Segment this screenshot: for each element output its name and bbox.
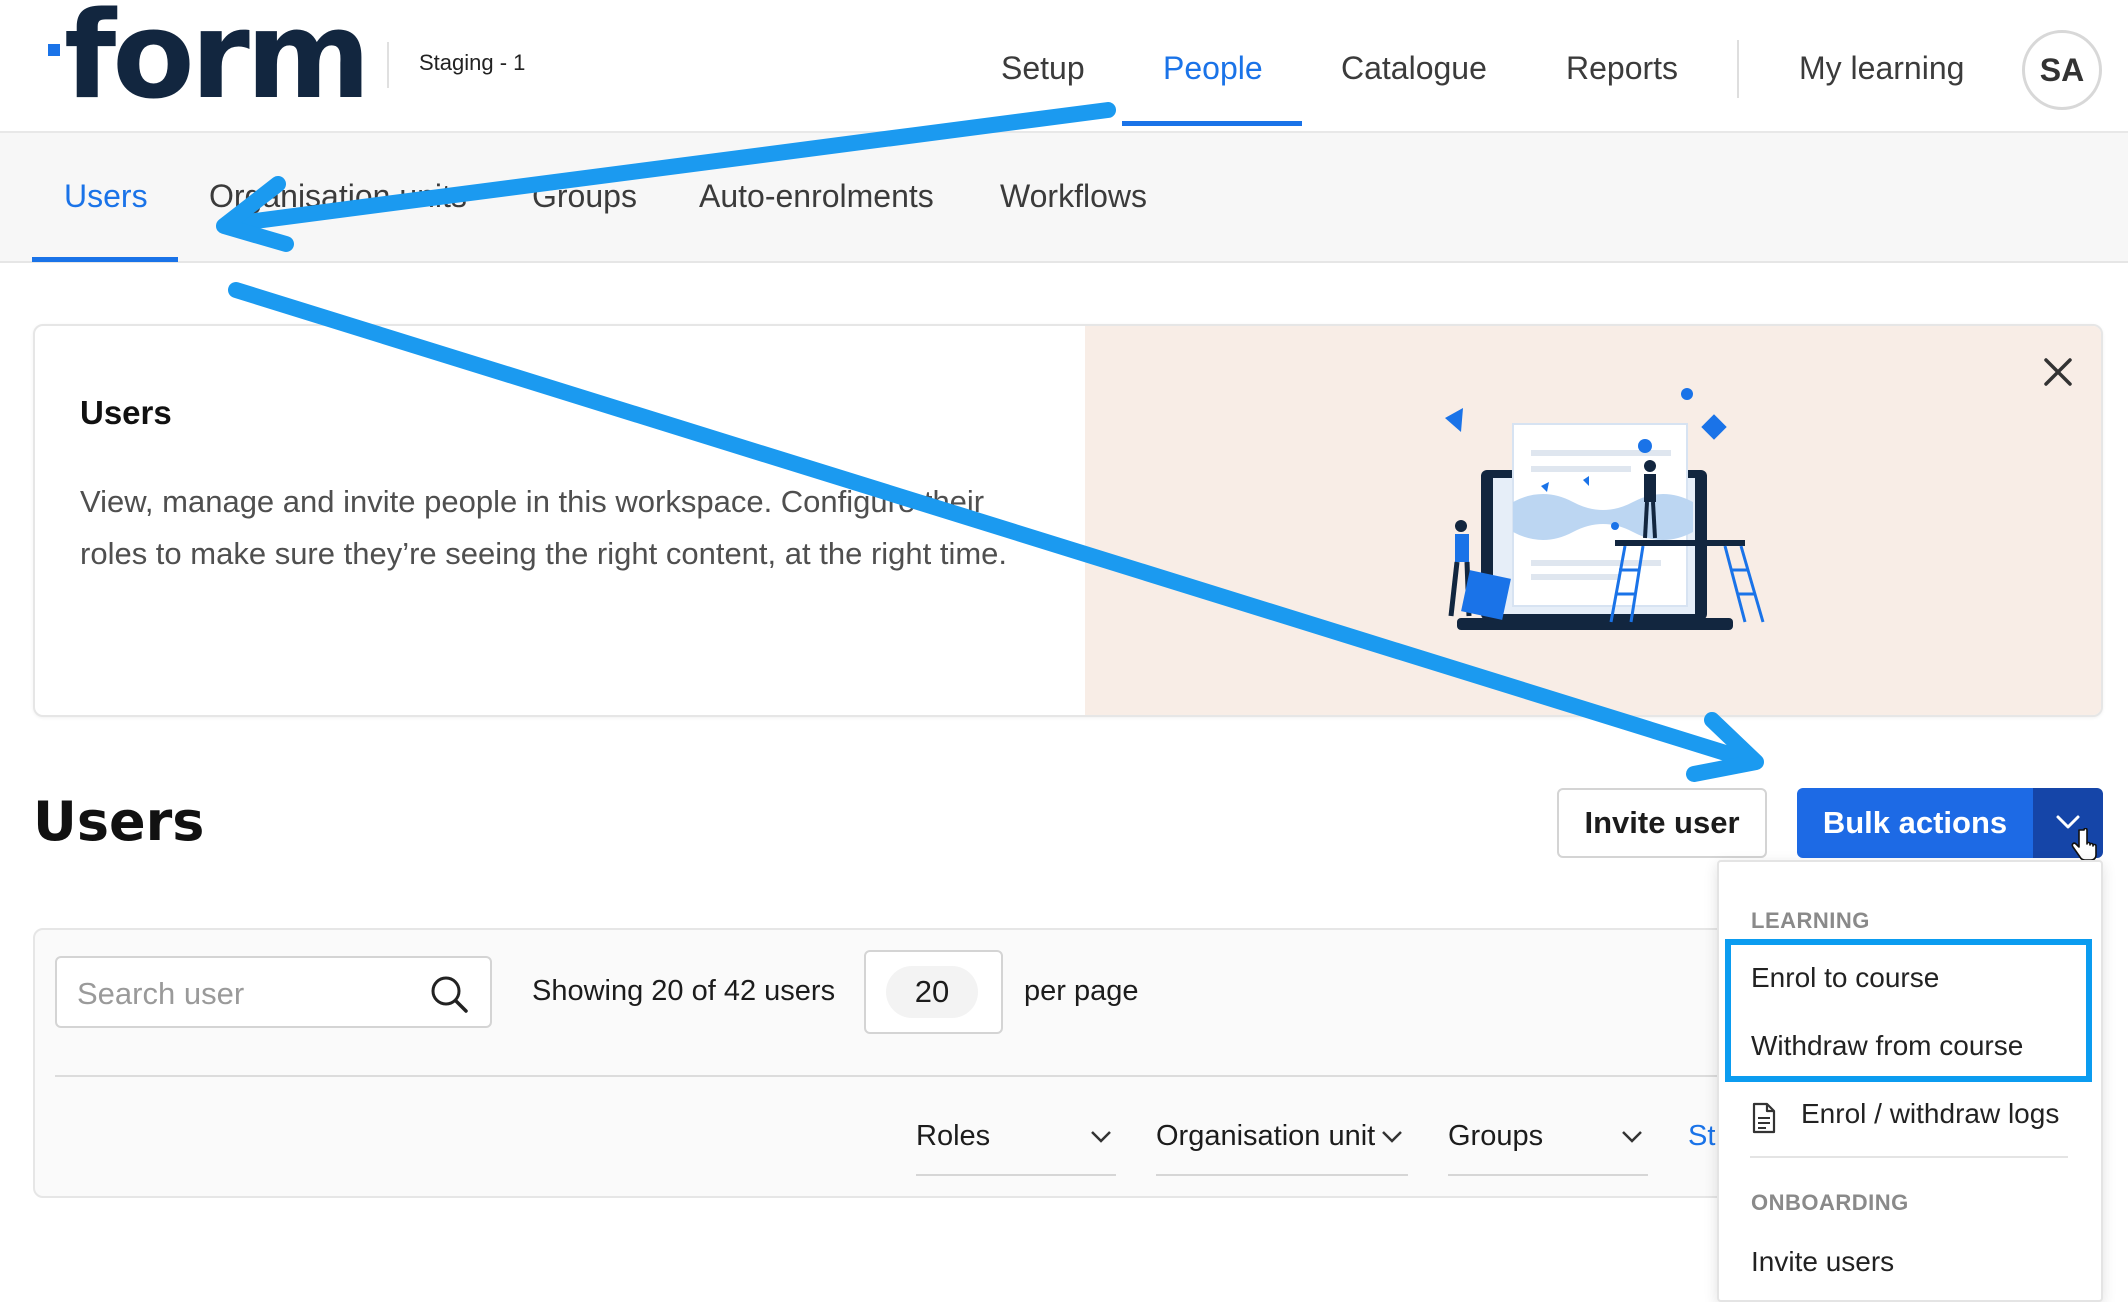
tab-auto-enrolments[interactable]: Auto-enrolments bbox=[699, 178, 934, 215]
document-icon bbox=[1752, 1102, 1776, 1134]
chevron-down-icon[interactable] bbox=[1621, 1130, 1643, 1144]
nav-active-indicator bbox=[1122, 121, 1302, 126]
results-count: Showing 20 of 42 users bbox=[532, 975, 836, 1007]
bulk-actions-toggle[interactable] bbox=[2033, 788, 2103, 861]
per-page-label: per page bbox=[1024, 975, 1139, 1007]
page-title: Users bbox=[33, 790, 205, 853]
tab-workflows[interactable]: Workflows bbox=[1000, 178, 1147, 215]
top-bar: form Staging - 1 Setup People Catalogue … bbox=[0, 0, 2128, 133]
nav-catalogue[interactable]: Catalogue bbox=[1341, 50, 1487, 87]
filter-roles-underline bbox=[916, 1174, 1116, 1176]
logo-text: form bbox=[64, 0, 371, 126]
menu-item-invite-users[interactable]: Invite users bbox=[1751, 1246, 1894, 1278]
close-icon-glyph bbox=[2044, 358, 2072, 386]
info-card-description: View, manage and invite people in this w… bbox=[80, 484, 1008, 571]
search-icon[interactable] bbox=[427, 972, 471, 1016]
nav-people[interactable]: People bbox=[1163, 50, 1263, 87]
filter-organisation-unit-underline bbox=[1156, 1174, 1408, 1176]
info-card-illustration bbox=[1085, 326, 2101, 715]
info-card-title: Users bbox=[80, 394, 172, 431]
close-icon[interactable] bbox=[2038, 352, 2078, 392]
filter-groups-underline bbox=[1448, 1174, 1648, 1176]
tab-active-indicator bbox=[32, 257, 178, 262]
nav-my-learning[interactable]: My learning bbox=[1799, 50, 1964, 87]
per-page-value: 20 bbox=[886, 966, 978, 1018]
filter-roles[interactable]: Roles bbox=[916, 1120, 990, 1153]
filter-groups[interactable]: Groups bbox=[1448, 1120, 1543, 1153]
logo-dot bbox=[48, 44, 60, 56]
workspace-illustration bbox=[1445, 388, 1765, 630]
tab-users[interactable]: Users bbox=[64, 178, 148, 215]
nav-reports[interactable]: Reports bbox=[1566, 50, 1678, 87]
search-input[interactable] bbox=[77, 974, 417, 1014]
search-field[interactable] bbox=[55, 956, 492, 1028]
environment-label: Staging - 1 bbox=[419, 50, 526, 75]
bulk-actions-button[interactable]: Bulk actions bbox=[1797, 788, 2033, 858]
menu-item-enrol-withdraw-logs[interactable]: Enrol / withdraw logs bbox=[1801, 1098, 2059, 1130]
filter-organisation-unit[interactable]: Organisation unit bbox=[1156, 1120, 1375, 1153]
avatar[interactable]: SA bbox=[2022, 30, 2102, 110]
pointer-cursor-icon bbox=[2071, 828, 2097, 861]
menu-divider bbox=[1750, 1156, 2068, 1158]
nav-divider bbox=[1737, 40, 1739, 98]
annotation-highlight-box bbox=[1725, 939, 2092, 1082]
tab-groups[interactable]: Groups bbox=[532, 178, 637, 215]
menu-section-onboarding: ONBOARDING bbox=[1751, 1190, 1909, 1215]
per-page-select[interactable]: 20 bbox=[864, 950, 1003, 1034]
chevron-down-icon[interactable] bbox=[1381, 1130, 1403, 1144]
filter-status[interactable]: St bbox=[1688, 1120, 1715, 1153]
environment-divider bbox=[387, 42, 389, 88]
sub-nav: Users Organisation units Groups Auto-enr… bbox=[0, 133, 2128, 263]
info-card: Users View, manage and invite people in … bbox=[33, 324, 2103, 717]
nav-setup[interactable]: Setup bbox=[1001, 50, 1085, 87]
tab-organisation-units[interactable]: Organisation units bbox=[209, 178, 467, 215]
chevron-down-icon[interactable] bbox=[1090, 1130, 1112, 1144]
menu-section-learning: LEARNING bbox=[1751, 908, 1870, 933]
invite-user-button[interactable]: Invite user bbox=[1557, 788, 1767, 858]
